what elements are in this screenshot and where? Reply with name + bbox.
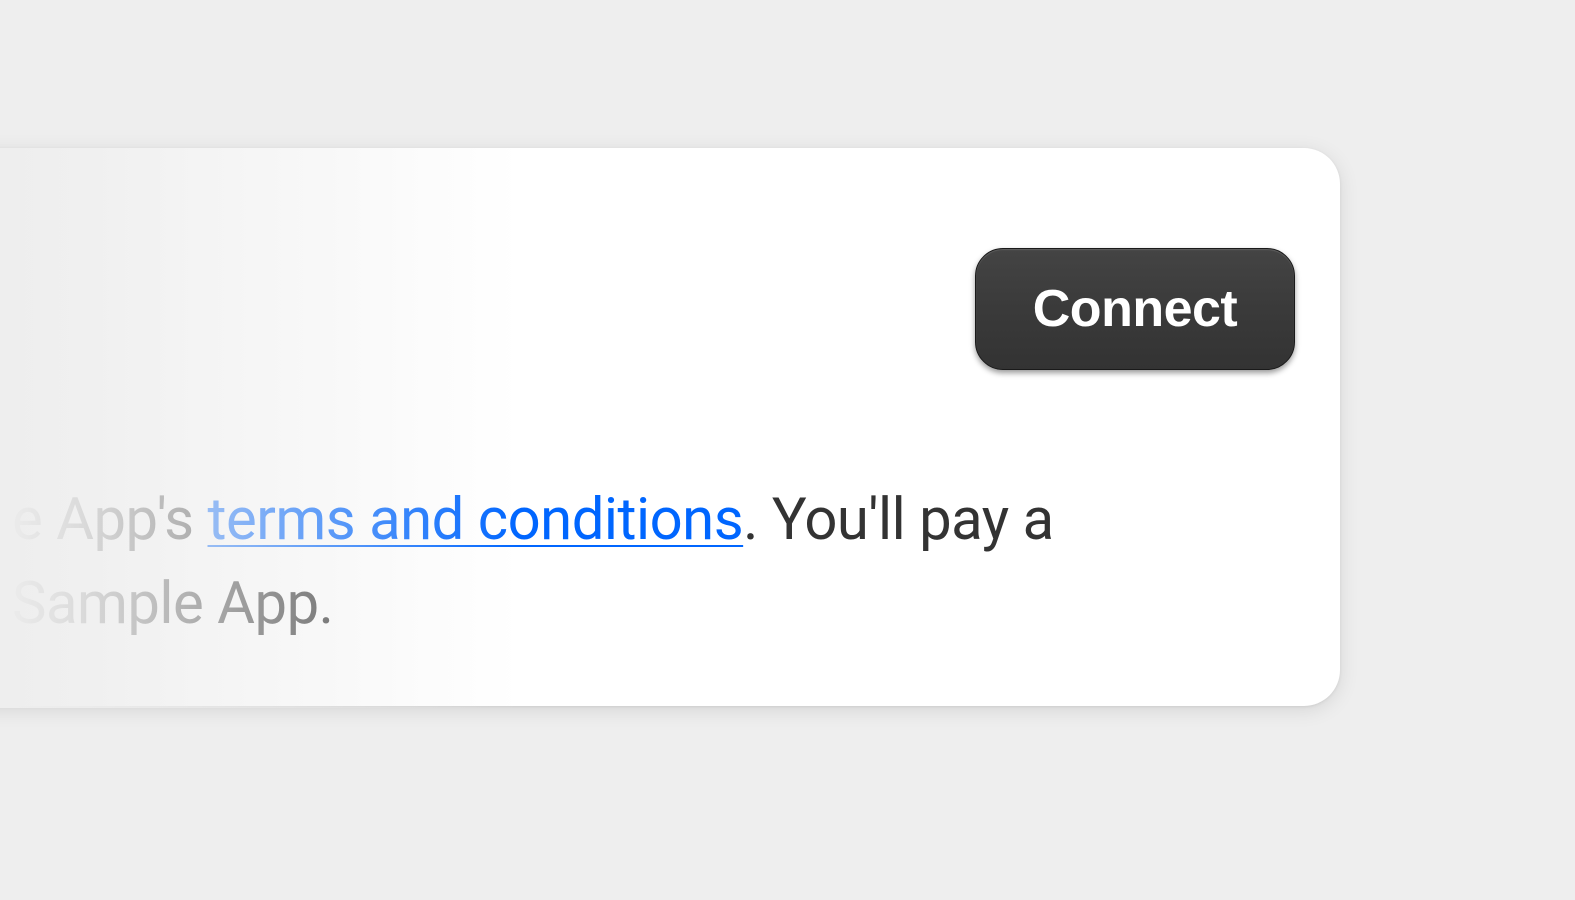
- connect-button[interactable]: Connect: [975, 248, 1295, 370]
- disclosure-text-before: e App's: [12, 486, 208, 554]
- disclosure-text: e App's terms and conditions. You'll pay…: [12, 478, 1292, 646]
- disclosure-text-line2: Sample App.: [12, 570, 333, 638]
- connect-button-label: Connect: [1033, 279, 1238, 339]
- terms-and-conditions-link[interactable]: terms and conditions: [208, 486, 744, 554]
- disclosure-text-after: . You'll pay a: [743, 486, 1054, 554]
